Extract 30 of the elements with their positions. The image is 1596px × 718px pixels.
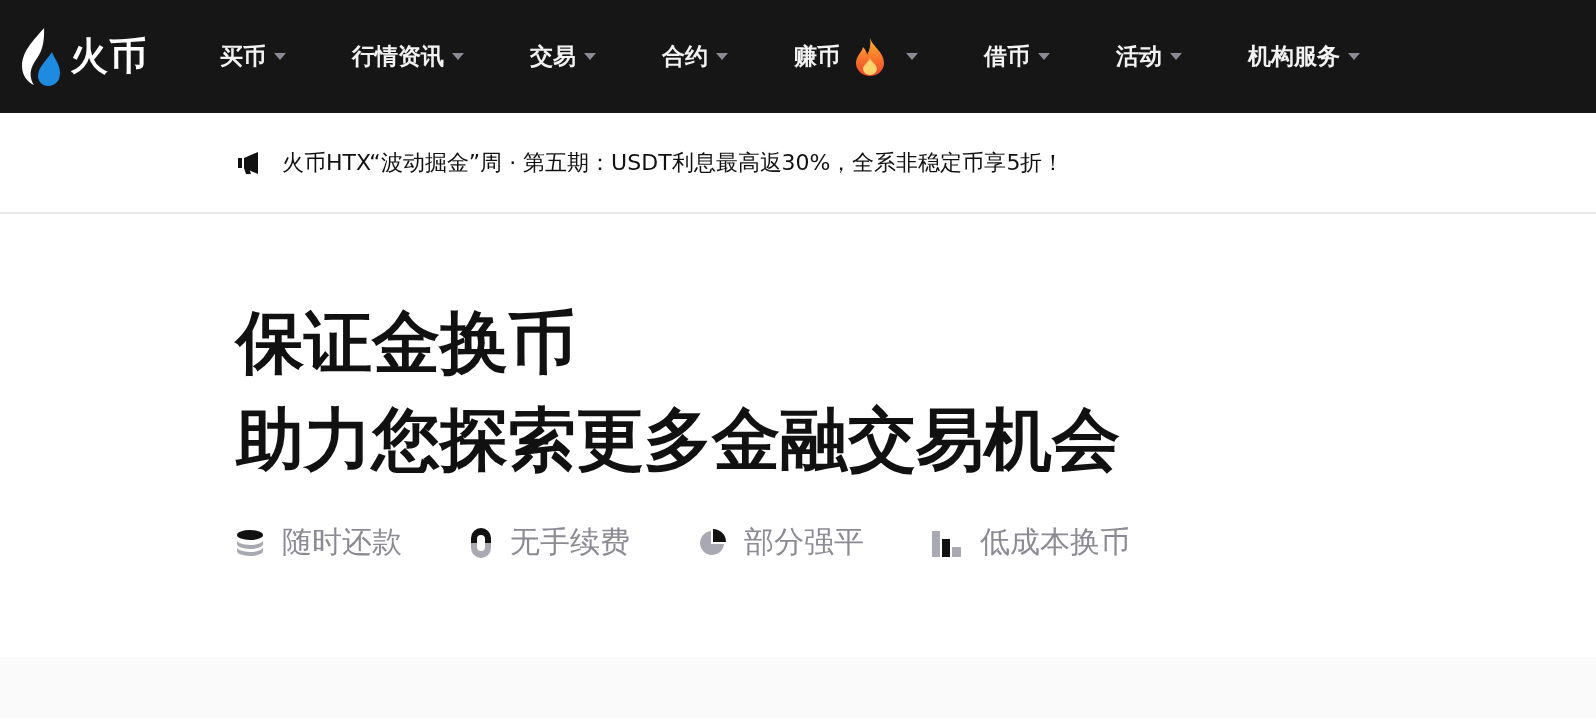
caret-icon	[716, 53, 728, 60]
caret-icon	[274, 53, 286, 60]
nav-menu-item[interactable]: 行情资讯	[352, 41, 464, 72]
nav-menu-item[interactable]: 合约	[662, 41, 728, 72]
logo-text[interactable]: 火币	[70, 31, 148, 82]
nav-menu-item[interactable]: 借币	[984, 41, 1050, 72]
feature-label: 随时还款	[282, 523, 402, 561]
flame-logo-icon	[22, 27, 62, 86]
ring-icon	[470, 526, 492, 559]
nav-menu-item[interactable]: 机构服务	[1248, 41, 1360, 72]
announcement-text[interactable]: 火币HTX“波动掘金”周 · 第五期：USDT利息最高返30%，全系非稳定币享5折！	[282, 147, 1065, 178]
nav-menu-item[interactable]: 赚币	[794, 37, 918, 76]
feature-label: 部分强平	[744, 523, 864, 561]
nav-menu-item[interactable]: 买币	[220, 41, 286, 72]
caret-icon	[452, 53, 464, 60]
caret-icon	[1170, 53, 1182, 60]
caret-icon	[1038, 53, 1050, 60]
pie-chart-icon	[698, 528, 726, 557]
feature-label: 无手续费	[510, 523, 630, 561]
megaphone-icon	[238, 151, 260, 174]
nav-menu-item[interactable]: 交易	[530, 41, 596, 72]
feature-label: 低成本换币	[980, 523, 1130, 561]
hero-title: 保证金换币	[236, 302, 577, 384]
caret-icon	[584, 53, 596, 60]
caret-icon	[1348, 53, 1360, 60]
nav-menu-item[interactable]: 活动	[1116, 41, 1182, 72]
coin-stack-icon	[236, 528, 264, 557]
hero-title: 助力您探索更多金融交易机会	[236, 399, 1121, 481]
caret-icon	[906, 53, 918, 60]
bar-chart-icon	[932, 528, 962, 557]
